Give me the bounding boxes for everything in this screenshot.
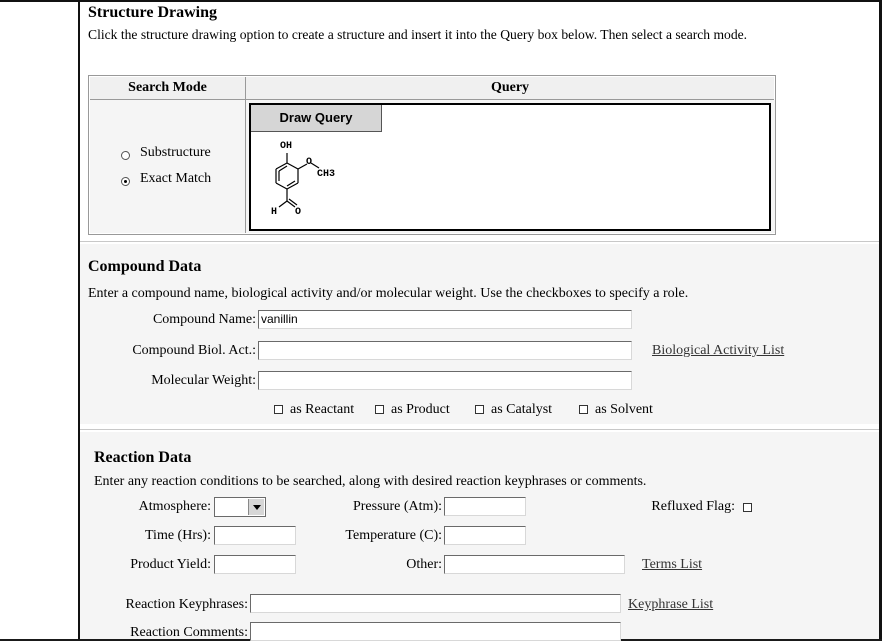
atom-h: H — [271, 207, 277, 218]
bond-1 — [275, 162, 288, 170]
biological-activity-list-link[interactable]: Biological Activity List — [652, 343, 784, 359]
reaction-description: Enter any reaction conditions to be sear… — [94, 474, 647, 489]
structure-title: Structure Drawing — [88, 4, 218, 21]
divider — [80, 241, 879, 243]
temperature-input[interactable] — [444, 526, 526, 545]
compound-bioact-input[interactable] — [258, 341, 632, 360]
as-reactant-checkbox[interactable] — [274, 405, 283, 414]
reaction-comments-input[interactable] — [250, 622, 621, 641]
left-margin — [0, 0, 78, 639]
molecule-structure: OH O CH3 H O — [271, 141, 335, 218]
as-solvent-label: as Solvent — [595, 402, 653, 417]
atom-o2: O — [295, 207, 301, 218]
as-solvent-checkbox[interactable] — [579, 405, 588, 414]
atom-o: O — [306, 157, 312, 168]
molecular-weight-input[interactable] — [258, 371, 632, 390]
chevron-down-icon[interactable] — [248, 499, 264, 515]
divider — [80, 429, 879, 431]
other-label: Other: — [406, 557, 442, 572]
other-input[interactable] — [444, 555, 625, 574]
bond-4 — [286, 182, 299, 190]
temperature-label: Temperature (C): — [345, 528, 442, 543]
compound-name-label: Compound Name: — [152, 312, 256, 327]
product-yield-label: Product Yield: — [130, 557, 211, 572]
bond-h — [278, 200, 288, 208]
compound-title: Compound Data — [88, 258, 202, 275]
time-input[interactable] — [214, 526, 296, 545]
as-catalyst-checkbox[interactable] — [475, 405, 484, 414]
search-mode-cell: Substructure Exact Match — [90, 100, 246, 233]
refluxed-flag-checkbox[interactable] — [743, 503, 752, 512]
atom-oh: OH — [280, 141, 292, 152]
product-yield-input[interactable] — [214, 555, 296, 574]
reaction-keyphrases-input[interactable] — [250, 594, 621, 613]
atom-ch3: CH3 — [317, 169, 335, 180]
draw-query-button[interactable]: Draw Query — [251, 105, 382, 132]
query-table: Search Mode Query Substructure Exact Mat… — [88, 75, 776, 235]
reaction-keyphrases-label: Reaction Keyphrases: — [125, 597, 248, 612]
exact-match-radio[interactable] — [121, 177, 130, 186]
query-header: Query — [246, 77, 774, 100]
bond-ch3 — [310, 162, 320, 169]
reaction-title: Reaction Data — [94, 449, 192, 466]
as-product-checkbox[interactable] — [375, 405, 384, 414]
search-mode-header: Search Mode — [90, 77, 246, 100]
compound-description: Enter a compound name, biological activi… — [88, 286, 689, 301]
as-reactant-label: as Reactant — [290, 402, 355, 417]
keyphrase-list-link[interactable]: Keyphrase List — [628, 597, 713, 613]
substructure-radio[interactable] — [121, 151, 130, 160]
bond-2 — [286, 162, 299, 170]
refluxed-flag-label: Refluxed Flag: — [651, 499, 735, 514]
query-cell: Draw Query OH O CH3 H O — [246, 100, 775, 233]
substructure-label: Substructure — [140, 145, 211, 160]
atmosphere-select[interactable] — [214, 497, 266, 517]
exact-match-label: Exact Match — [140, 171, 212, 186]
pressure-label: Pressure (Atm): — [352, 499, 442, 514]
structure-description: Click the structure drawing option to cr… — [88, 27, 748, 42]
as-product-label: as Product — [391, 402, 450, 417]
query-box[interactable]: Draw Query OH O CH3 H O — [249, 103, 771, 231]
bond-5 — [275, 182, 288, 190]
pressure-input[interactable] — [444, 497, 526, 516]
compound-name-input[interactable]: vanillin — [258, 310, 632, 329]
as-catalyst-label: as Catalyst — [491, 402, 553, 417]
terms-list-link[interactable]: Terms List — [642, 557, 702, 573]
atmosphere-label: Atmosphere: — [138, 499, 211, 514]
time-label: Time (Hrs): — [145, 528, 211, 543]
compound-bioact-label: Compound Biol. Act.: — [132, 343, 256, 358]
molecular-weight-label: Molecular Weight: — [151, 373, 256, 388]
